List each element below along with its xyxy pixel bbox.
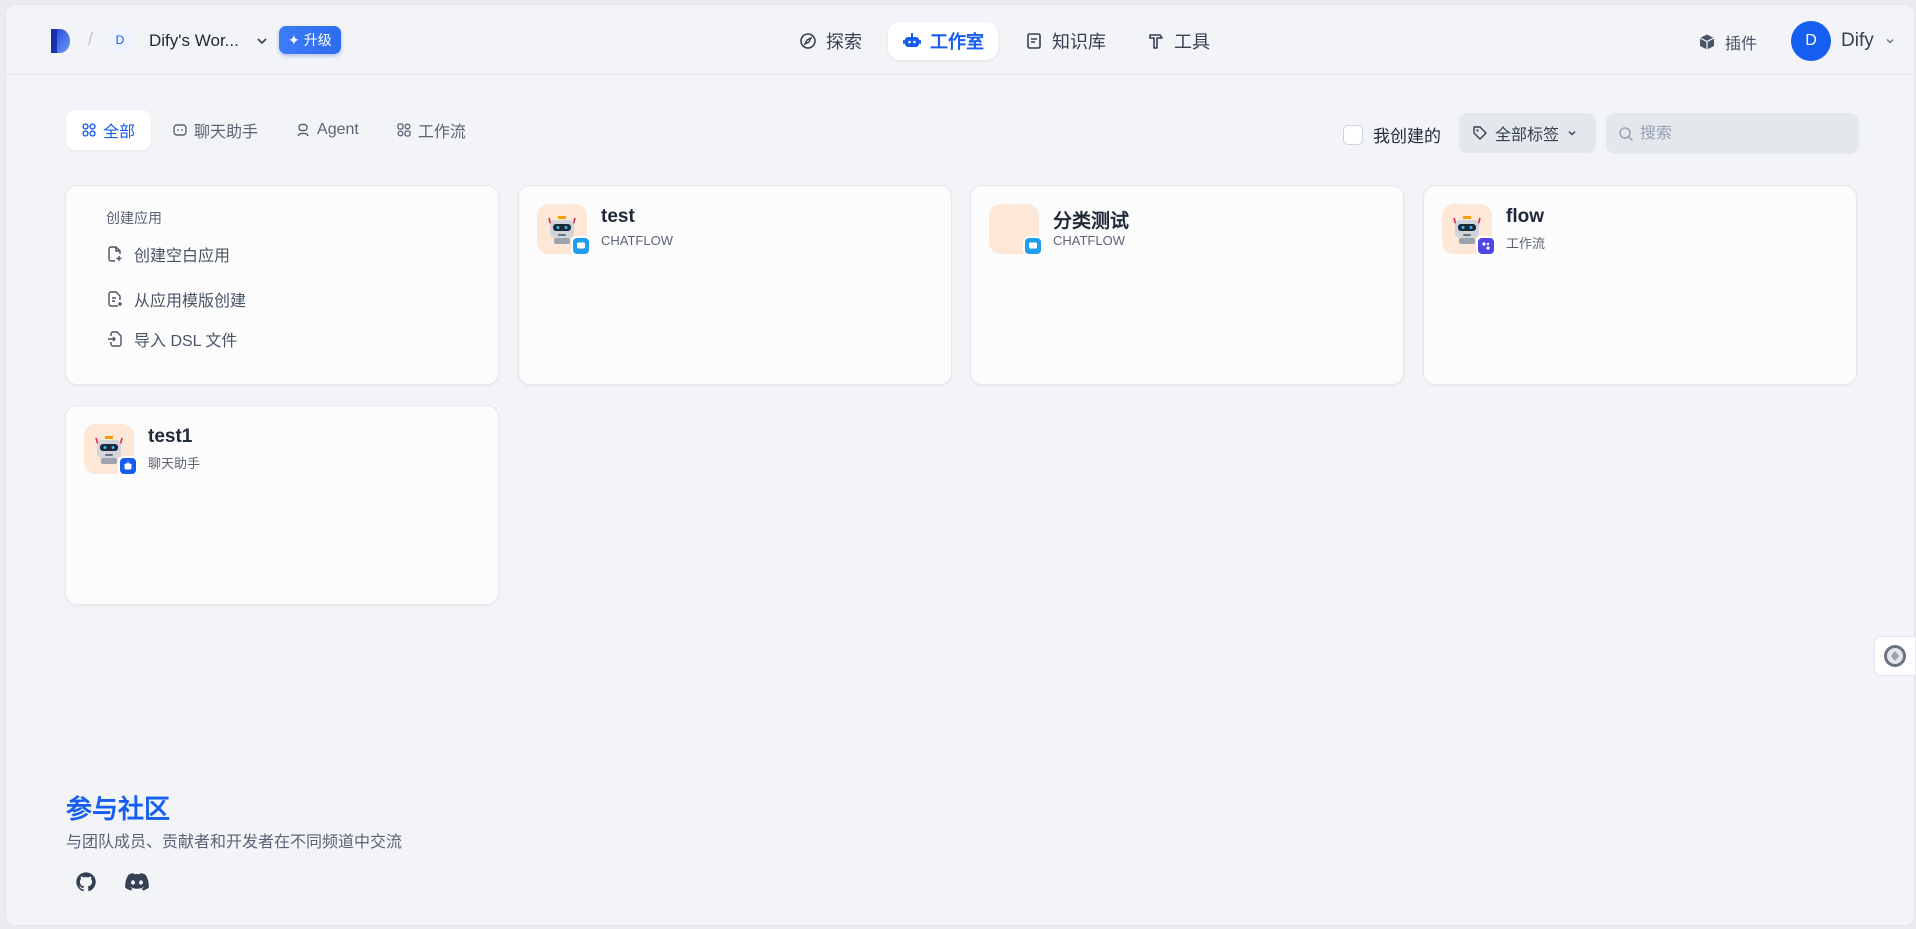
- chat-bot-icon: [173, 124, 187, 136]
- app-card[interactable]: flow 工作流: [1423, 185, 1857, 385]
- created-by-me-label: 我创建的: [1373, 127, 1441, 146]
- app-name: test1: [148, 426, 193, 447]
- chatflow-badge: [571, 236, 591, 256]
- created-by-me-filter[interactable]: 我创建的: [1343, 122, 1441, 147]
- chatflow-badge: [1023, 236, 1043, 256]
- tag-filter-label: 全部标签: [1495, 127, 1560, 144]
- app-type: 聊天助手: [148, 456, 201, 471]
- community-subtitle: 与团队成员、贡献者和开发者在不同频道中交流: [66, 834, 403, 851]
- chevron-down-icon[interactable]: [255, 34, 269, 48]
- chevron-down-icon: [1886, 39, 1894, 44]
- book-icon: [1027, 33, 1041, 49]
- app-card[interactable]: 分类测试 CHATFLOW: [970, 185, 1404, 385]
- app-window: / D Dify's Wor... ✦ 升级 探索 工作室 知识库 工具 插件 …: [5, 4, 1915, 926]
- tag-icon: [1473, 126, 1487, 140]
- workspace-avatar[interactable]: D: [109, 29, 131, 51]
- discord-icon: [125, 873, 149, 891]
- app-type: 工作流: [1506, 236, 1546, 251]
- created-by-me-checkbox[interactable]: [1343, 124, 1363, 145]
- workflow-badge: [1476, 236, 1496, 256]
- user-name: Dify: [1841, 30, 1874, 51]
- upgrade-button[interactable]: ✦ 升级: [279, 26, 341, 54]
- create-app-card: 创建应用 创建空白应用 从应用模版创建 导入 DSL 文件: [65, 185, 499, 385]
- nav-knowledge[interactable]: 知识库: [1010, 22, 1120, 60]
- plugins-label: 插件: [1725, 36, 1758, 53]
- create-from-template-label: 从应用模版创建: [134, 293, 247, 310]
- discord-link[interactable]: [122, 867, 152, 897]
- tab-agent[interactable]: Agent: [280, 110, 375, 150]
- floating-widget-button[interactable]: [1874, 636, 1916, 676]
- hammer-icon: [1149, 34, 1163, 49]
- plugins-button[interactable]: 插件: [1698, 30, 1757, 54]
- app-icon: [84, 424, 138, 476]
- create-blank-app-button[interactable]: 创建空白应用: [106, 242, 230, 266]
- sparkle-icon: ✦: [288, 31, 300, 48]
- tab-workflow-label: 工作流: [417, 124, 466, 141]
- search-icon: [1619, 126, 1634, 141]
- nav-explore[interactable]: 探索: [784, 22, 876, 60]
- tab-all[interactable]: 全部: [66, 110, 152, 150]
- top-header: / D Dify's Wor... ✦ 升级 探索 工作室 知识库 工具 插件 …: [6, 5, 1914, 75]
- search-input[interactable]: [1640, 124, 1840, 143]
- file-import-icon: [108, 331, 122, 347]
- nav-studio[interactable]: 工作室: [888, 22, 998, 60]
- tab-chat-assistant[interactable]: 聊天助手: [157, 110, 274, 150]
- create-app-title: 创建应用: [106, 210, 162, 226]
- community-title: 参与社区: [66, 794, 171, 824]
- tag-filter-dropdown[interactable]: 全部标签: [1459, 113, 1596, 153]
- tab-chat-assistant-label: 聊天助手: [194, 124, 259, 141]
- chat-assistant-badge: [118, 456, 138, 476]
- nav-knowledge-label: 知识库: [1052, 32, 1106, 52]
- import-dsl-label: 导入 DSL 文件: [134, 333, 238, 350]
- assistant-bubble-icon: [1884, 645, 1906, 667]
- app-type: CHATFLOW: [1053, 233, 1125, 248]
- user-menu[interactable]: D Dify: [1791, 21, 1896, 61]
- file-plus-icon: [108, 246, 122, 262]
- github-link[interactable]: [71, 867, 101, 897]
- app-name: flow: [1506, 206, 1544, 227]
- workspace-name[interactable]: Dify's Wor...: [149, 31, 239, 51]
- template-file-icon: [108, 291, 122, 307]
- workflow-icon: [397, 123, 411, 137]
- app-icon: [537, 204, 591, 256]
- app-type-tabs: 全部 聊天助手 Agent 工作流: [66, 110, 482, 150]
- import-dsl-button[interactable]: 导入 DSL 文件: [106, 327, 237, 351]
- upgrade-label: 升级: [303, 32, 332, 48]
- nav-studio-label: 工作室: [930, 32, 984, 52]
- breadcrumb-divider: /: [88, 29, 94, 49]
- grid-icon: [82, 123, 96, 137]
- tab-all-label: 全部: [103, 124, 136, 141]
- app-icon: [1442, 204, 1496, 256]
- cube-icon: [1699, 34, 1715, 50]
- robot-icon: [903, 33, 921, 47]
- app-card[interactable]: test1 聊天助手: [65, 405, 499, 605]
- agent-icon: [297, 123, 309, 137]
- dify-logo-icon[interactable]: [48, 27, 72, 55]
- search-box[interactable]: [1606, 113, 1859, 154]
- nav-explore-label: 探索: [826, 32, 862, 52]
- create-from-template-button[interactable]: 从应用模版创建: [106, 287, 246, 311]
- github-icon: [76, 872, 96, 892]
- tab-workflow[interactable]: 工作流: [381, 110, 482, 150]
- app-type: CHATFLOW: [601, 233, 673, 248]
- compass-icon: [800, 33, 816, 49]
- main-nav: 探索 工作室 知识库 工具: [784, 22, 1224, 60]
- create-blank-app-label: 创建空白应用: [134, 248, 231, 265]
- tab-agent-label: Agent: [317, 121, 359, 138]
- nav-tools-label: 工具: [1174, 32, 1210, 52]
- app-name: test: [601, 206, 635, 227]
- avatar: D: [1791, 21, 1831, 61]
- chevron-down-icon: [1568, 131, 1576, 136]
- nav-tools[interactable]: 工具: [1132, 22, 1224, 60]
- app-icon: [989, 204, 1043, 256]
- app-name: 分类测试: [1053, 211, 1130, 232]
- app-card[interactable]: test CHATFLOW: [518, 185, 952, 385]
